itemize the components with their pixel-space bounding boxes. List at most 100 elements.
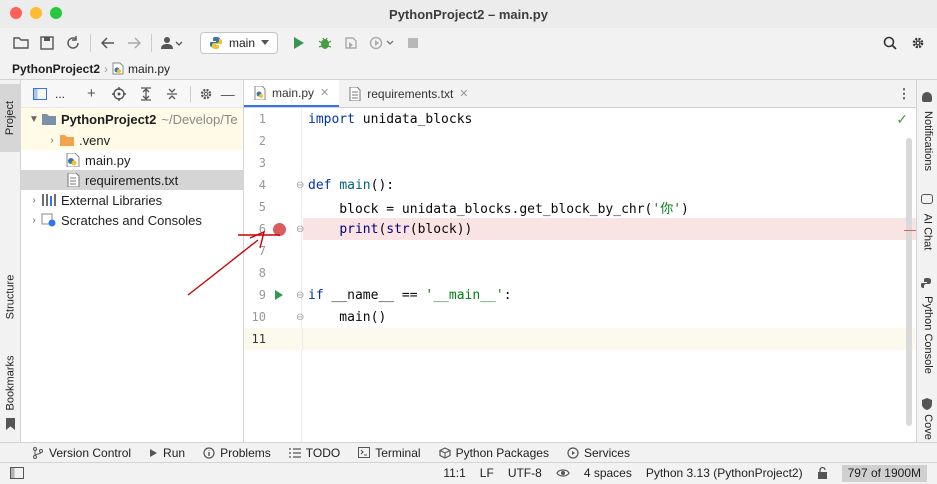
line-separator[interactable]: LF	[480, 466, 494, 480]
tab-label: Problems	[220, 445, 271, 460]
vcs-user-icon[interactable]	[156, 30, 188, 56]
run-tab[interactable]: Run	[149, 446, 185, 460]
code-line[interactable]: 5 block = unidata_blocks.get_block_by_ch…	[244, 196, 916, 218]
scratch-icon	[41, 213, 56, 227]
tree-item-external-libraries[interactable]: › External Libraries	[21, 190, 243, 210]
indent-setting[interactable]: 4 spaces	[584, 466, 632, 480]
code-line[interactable]: 1 import unidata_blocks ✓	[244, 108, 916, 130]
lock-icon[interactable]	[817, 467, 828, 479]
fold-icon[interactable]: ⊖	[296, 180, 304, 191]
debug-icon[interactable]	[312, 30, 338, 56]
python-console-label: Python Console	[921, 296, 934, 374]
structure-tool-tab[interactable]: Structure	[0, 262, 21, 332]
code-line[interactable]: 4 ⊖ def main():	[244, 174, 916, 196]
python-file-icon	[254, 85, 266, 100]
code-line[interactable]: 9 ⊖ if __name__ == '__main__':	[244, 284, 916, 306]
code-line-current[interactable]: 11	[244, 328, 916, 350]
gear-icon[interactable]	[905, 30, 931, 56]
gutter-divider	[302, 328, 303, 350]
error-stripe-marker[interactable]	[904, 230, 916, 231]
python-interpreter[interactable]: Python 3.13 (PythonProject2)	[646, 466, 803, 480]
collapse-all-icon[interactable]	[166, 87, 178, 101]
stop-icon[interactable]	[400, 30, 426, 56]
python-console-tool-tab[interactable]: Python Console	[917, 292, 937, 378]
eye-icon[interactable]	[556, 468, 570, 478]
toggle-tool-windows-icon[interactable]	[10, 467, 24, 479]
minimize-window-button[interactable]	[30, 7, 42, 19]
breadcrumb-file[interactable]: main.py	[128, 62, 170, 76]
project-tool-tab[interactable]: Project	[0, 84, 21, 152]
code-line[interactable]: 6 ⊖ print(str(block))	[244, 218, 916, 240]
code-text: import unidata_blocks	[308, 112, 472, 127]
library-icon	[42, 194, 56, 206]
fold-icon[interactable]: ⊖	[296, 312, 304, 323]
code-line[interactable]: 2	[244, 130, 916, 152]
version-control-tab[interactable]: Version Control	[32, 446, 131, 460]
save-icon[interactable]	[34, 30, 60, 56]
window-controls	[10, 7, 62, 19]
open-folder-icon[interactable]	[8, 30, 34, 56]
run-icon[interactable]	[286, 30, 312, 56]
bottom-tool-bar: Version Control Run Problems TODO Termin…	[0, 442, 937, 462]
code-line[interactable]: 3	[244, 152, 916, 174]
ai-chat-tool-tab[interactable]: AI Chat	[917, 208, 937, 256]
project-view-label[interactable]: ...	[55, 87, 65, 101]
code-line[interactable]: 8	[244, 262, 916, 284]
coverage-shield-icon[interactable]	[921, 398, 933, 410]
problems-tab[interactable]: Problems	[203, 446, 271, 460]
hide-panel-icon[interactable]: —	[221, 86, 235, 102]
coverage-icon[interactable]	[338, 30, 364, 56]
back-arrow-icon[interactable]	[95, 30, 121, 56]
tree-item-project-root[interactable]: ▼ PythonProject2 ~/Develop/Te	[21, 108, 243, 130]
excluded-folder-icon	[60, 135, 74, 146]
tree-item-label: requirements.txt	[85, 172, 179, 188]
terminal-tab[interactable]: Terminal	[358, 446, 421, 460]
tree-item-requirements[interactable]: requirements.txt	[21, 170, 243, 190]
fold-icon[interactable]: ⊖	[296, 290, 304, 301]
breadcrumb-project[interactable]: PythonProject2	[12, 62, 100, 76]
profile-icon[interactable]	[364, 30, 400, 56]
bell-icon[interactable]	[922, 92, 932, 102]
more-options-icon[interactable]: ⋮	[892, 80, 916, 107]
code-token: ():	[370, 177, 395, 193]
zoom-window-button[interactable]	[50, 7, 62, 19]
sync-icon[interactable]	[60, 30, 86, 56]
locate-icon[interactable]	[111, 86, 126, 101]
tree-item-main-py[interactable]: main.py	[21, 150, 243, 170]
code-text: print(str(block))	[308, 222, 472, 237]
code-line[interactable]: 10 ⊖ main()	[244, 306, 916, 328]
panel-layout-icon[interactable]	[33, 87, 47, 100]
services-tab[interactable]: Services	[567, 446, 630, 460]
ai-chat-icon[interactable]	[921, 194, 933, 204]
caret-position[interactable]: 11:1	[443, 466, 465, 480]
close-window-button[interactable]	[10, 7, 22, 19]
code-line[interactable]: 7	[244, 240, 916, 262]
fold-icon[interactable]: ⊖	[296, 224, 304, 235]
run-config-selector[interactable]: main	[200, 32, 279, 54]
vertical-scrollbar[interactable]	[906, 138, 912, 426]
close-tab-icon[interactable]: ✕	[459, 87, 468, 100]
search-icon[interactable]	[877, 30, 903, 56]
tree-item-venv[interactable]: › .venv	[21, 130, 243, 150]
expand-all-icon[interactable]	[140, 86, 152, 101]
python-icon	[210, 37, 222, 49]
bookmarks-tool-tab[interactable]: Bookmarks	[0, 350, 21, 416]
notifications-tool-tab[interactable]: Notifications	[917, 104, 937, 178]
bookmark-icon[interactable]	[6, 418, 15, 430]
tab-main-py[interactable]: main.py ✕	[244, 80, 340, 107]
tab-requirements[interactable]: requirements.txt ✕	[339, 80, 478, 107]
add-icon[interactable]: +	[87, 85, 96, 102]
forward-arrow-icon[interactable]	[121, 30, 147, 56]
panel-settings-icon[interactable]	[199, 87, 213, 101]
tree-item-label: .venv	[79, 132, 111, 148]
file-encoding[interactable]: UTF-8	[508, 466, 542, 480]
code-token: unidata_blocks	[354, 111, 473, 127]
python-packages-tab[interactable]: Python Packages	[438, 446, 549, 460]
coverage-tool-tab[interactable]: Cove	[917, 412, 937, 442]
python-console-icon[interactable]	[921, 278, 933, 290]
builtin-token: str	[386, 221, 410, 237]
todo-tab[interactable]: TODO	[288, 446, 340, 460]
close-tab-icon[interactable]: ✕	[320, 86, 329, 99]
memory-indicator[interactable]: 797 of 1900M	[841, 464, 927, 482]
